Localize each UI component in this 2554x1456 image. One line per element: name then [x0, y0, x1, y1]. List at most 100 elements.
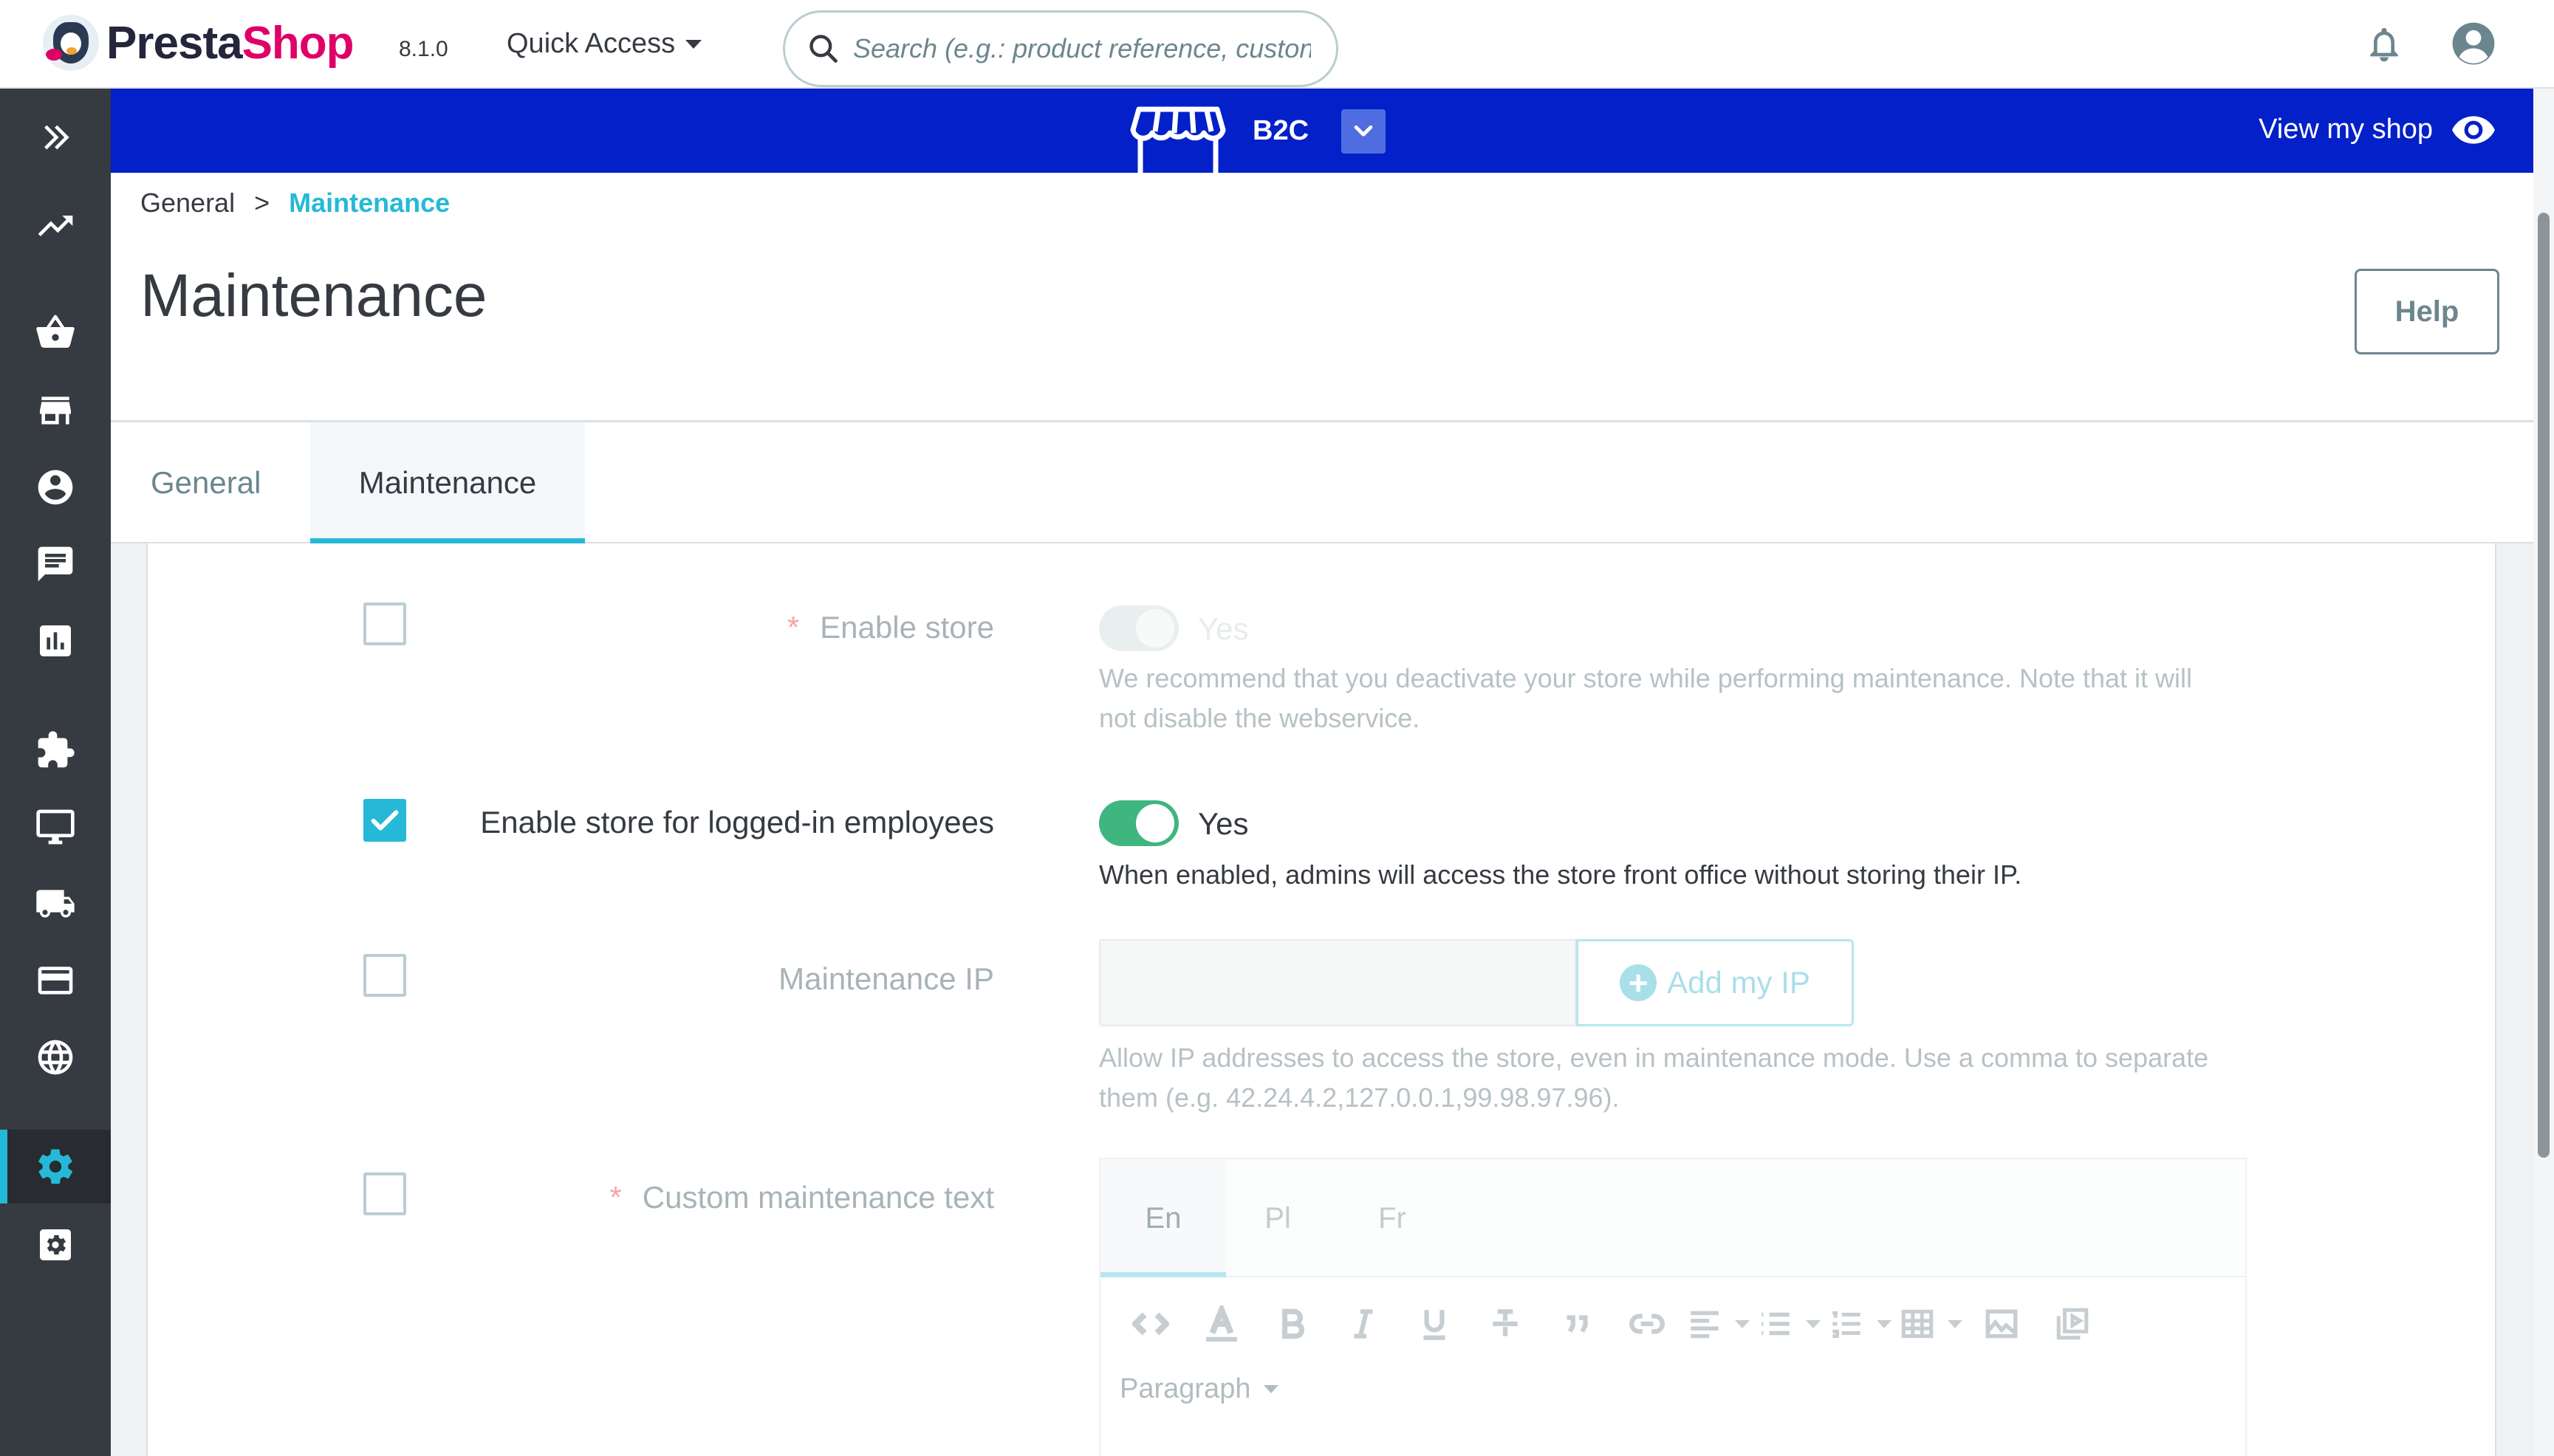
media-icon[interactable]: [2037, 1298, 2108, 1350]
page-title: Maintenance: [140, 262, 487, 329]
bullet-list-icon[interactable]: [1753, 1298, 1824, 1350]
search-box[interactable]: [783, 10, 1338, 87]
sidebar: [0, 89, 111, 1456]
gear-icon: [38, 1149, 73, 1184]
align-icon[interactable]: [1682, 1298, 1753, 1350]
shop-context-bar: B2C View my shop: [111, 89, 2533, 173]
chat-icon: [38, 546, 73, 582]
sidebar-item-orders[interactable]: [0, 295, 111, 369]
breadcrumb-separator: >: [254, 188, 270, 218]
sidebar-item-shop-parameters[interactable]: [0, 1130, 111, 1203]
sidebar-item-design[interactable]: [0, 790, 111, 864]
desktop-icon: [36, 809, 75, 845]
enable-logged-in-row-checkbox[interactable]: [363, 799, 406, 842]
required-asterisk: *: [609, 1180, 622, 1215]
maintenance-ip-row-checkbox[interactable]: [363, 954, 406, 997]
sidebar-item-expand[interactable]: [0, 100, 111, 174]
add-my-ip-button[interactable]: + Add my IP: [1576, 939, 1854, 1026]
bold-icon[interactable]: [1257, 1298, 1328, 1350]
custom-text-label: * Custom maintenance text: [609, 1180, 994, 1215]
bar-chart-icon: [40, 625, 71, 656]
sidebar-item-international[interactable]: [0, 1020, 111, 1094]
sidebar-item-shipping[interactable]: [0, 867, 111, 941]
brand-name: PrestaShop: [106, 17, 355, 69]
account-circle-icon: [38, 470, 73, 505]
lang-tab-en[interactable]: En: [1100, 1159, 1226, 1277]
prestashop-logo[interactable]: PrestaShop: [43, 15, 355, 71]
view-my-shop-link[interactable]: View my shop: [2259, 114, 2496, 145]
sidebar-item-customers[interactable]: [0, 450, 111, 524]
tab-bar: General Maintenance: [111, 422, 2533, 543]
maintenance-ip-hint: Allow IP addresses to access the store, …: [1099, 1043, 2209, 1113]
quick-access-label: Quick Access: [507, 28, 676, 59]
enable-logged-in-hint: When enabled, admins will access the sto…: [1099, 859, 2022, 890]
lang-tab-fr[interactable]: Fr: [1337, 1159, 1448, 1277]
tab-maintenance[interactable]: Maintenance: [310, 422, 585, 543]
italic-icon[interactable]: [1328, 1298, 1399, 1350]
enable-logged-in-switch[interactable]: [1099, 800, 1179, 846]
search-input[interactable]: [853, 33, 1311, 64]
globe-icon: [38, 1040, 73, 1075]
shop-selector-dropdown[interactable]: [1341, 109, 1386, 154]
paragraph-format-dropdown[interactable]: Paragraph: [1120, 1373, 1279, 1405]
breadcrumb: General > Maintenance: [140, 188, 450, 219]
underline-icon[interactable]: [1399, 1298, 1470, 1350]
eye-icon: [2452, 115, 2495, 144]
chevron-down-icon: [1354, 125, 1373, 137]
table-icon[interactable]: [1895, 1298, 1966, 1350]
text-color-icon[interactable]: [1186, 1298, 1257, 1350]
numbered-list-icon[interactable]: [1824, 1298, 1895, 1350]
breadcrumb-root[interactable]: General: [140, 188, 235, 219]
settings-box-icon: [40, 1229, 71, 1260]
tab-general[interactable]: General: [151, 422, 261, 543]
version-label: 8.1.0: [399, 37, 448, 61]
search-icon: [809, 35, 838, 63]
trending-up-icon: [38, 216, 73, 236]
rich-text-editor: En Pl Fr Paragraph: [1099, 1158, 2247, 1456]
storefront-icon: [1130, 106, 1226, 173]
editor-toolbar: [1115, 1298, 2238, 1350]
sidebar-item-catalog[interactable]: [0, 374, 111, 447]
puffin-logo-icon: [43, 15, 99, 71]
image-icon[interactable]: [1966, 1298, 2037, 1350]
paragraph-format-label: Paragraph: [1120, 1373, 1251, 1404]
page-scrollbar[interactable]: [2533, 89, 2554, 1456]
enable-logged-in-switch-label: Yes: [1198, 806, 1249, 841]
maintenance-ip-label: Maintenance IP: [778, 961, 994, 996]
enable-logged-in-label: Enable store for logged-in employees: [480, 805, 994, 839]
caret-down-icon: [1264, 1385, 1279, 1393]
required-asterisk: *: [787, 610, 800, 645]
enable-store-row-checkbox[interactable]: [363, 602, 406, 645]
basket-icon: [36, 315, 75, 348]
double-chevron-right-icon: [44, 125, 69, 150]
maintenance-form-card: * Enable store Yes We recommend that you …: [146, 543, 2496, 1456]
quote-icon[interactable]: [1541, 1298, 1612, 1350]
enable-store-switch[interactable]: [1099, 605, 1179, 651]
sidebar-item-dashboard[interactable]: [0, 189, 111, 263]
add-my-ip-label: Add my IP: [1667, 965, 1810, 1000]
puzzle-icon: [38, 731, 75, 768]
enable-store-switch-label: Yes: [1198, 611, 1249, 646]
bell-icon[interactable]: [2363, 22, 2405, 66]
code-icon[interactable]: [1115, 1298, 1186, 1350]
sidebar-item-advanced-parameters[interactable]: [0, 1208, 111, 1282]
plus-circle-icon: +: [1620, 964, 1657, 1001]
account-icon[interactable]: [2451, 21, 2496, 66]
maintenance-ip-input[interactable]: [1099, 939, 1576, 1026]
link-icon[interactable]: [1612, 1298, 1682, 1350]
strikethrough-icon[interactable]: [1470, 1298, 1541, 1350]
sidebar-item-modules[interactable]: [0, 713, 111, 787]
view-my-shop-label: View my shop: [2259, 114, 2433, 145]
quick-access-menu[interactable]: Quick Access: [507, 28, 702, 60]
breadcrumb-current[interactable]: Maintenance: [289, 188, 450, 219]
sidebar-item-payment[interactable]: [0, 944, 111, 1017]
lang-tab-pl[interactable]: Pl: [1226, 1159, 1329, 1277]
shop-name: B2C: [1253, 115, 1309, 146]
sidebar-item-stats[interactable]: [0, 604, 111, 678]
truck-icon: [36, 890, 75, 918]
help-button[interactable]: Help: [2355, 269, 2499, 354]
custom-text-row-checkbox[interactable]: [363, 1172, 406, 1215]
store-icon: [40, 396, 71, 425]
sidebar-item-customer-service[interactable]: [0, 527, 111, 601]
scrollbar-thumb[interactable]: [2538, 213, 2550, 1158]
